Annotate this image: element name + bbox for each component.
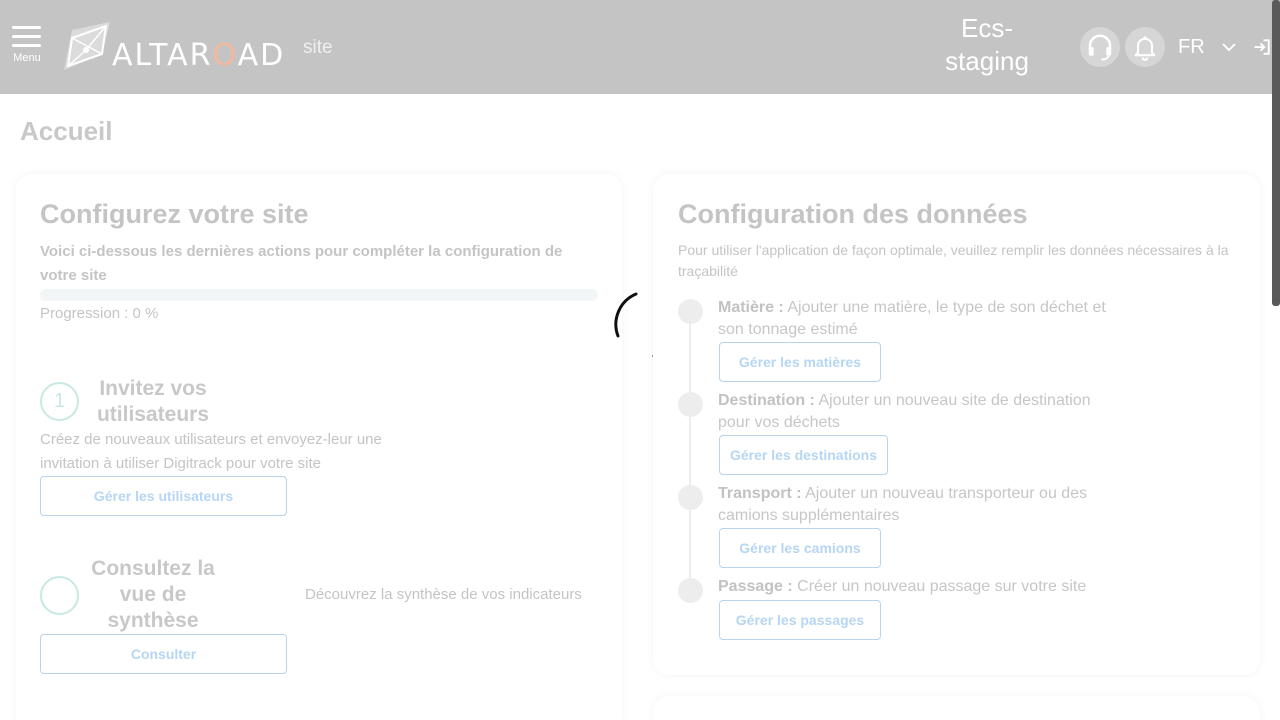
timeline-dot bbox=[678, 485, 703, 510]
menu-button[interactable]: Menu bbox=[12, 26, 42, 64]
data-item-label: Passage : bbox=[718, 578, 793, 595]
site-config-subtitle: Voici ci-dessous les dernières actions p… bbox=[40, 243, 563, 284]
headset-icon bbox=[1088, 34, 1112, 61]
site-config-title: Configurez votre site bbox=[40, 199, 309, 229]
chevron-down-icon[interactable] bbox=[1220, 38, 1238, 56]
support-button[interactable] bbox=[1080, 27, 1120, 67]
manage-users-button[interactable]: Gérer les utilisateurs bbox=[40, 476, 287, 516]
page-title: Accueil bbox=[20, 116, 113, 146]
step-description-summary-view: Découvrez la synthèse de vos indicateurs bbox=[305, 586, 582, 603]
data-config-subtitle: Pour utiliser l'application de façon opt… bbox=[678, 242, 1229, 279]
data-config-title: Configuration des données bbox=[678, 199, 1028, 229]
manage-destinations-button[interactable]: Gérer les destinations bbox=[719, 435, 888, 475]
timeline-dot bbox=[678, 299, 703, 324]
notifications-button[interactable] bbox=[1125, 27, 1165, 67]
bell-icon bbox=[1134, 36, 1156, 61]
environment-line1: Ecs- bbox=[961, 13, 1013, 43]
brand-wordmark-o: O bbox=[212, 38, 238, 73]
data-item-label: Matière : bbox=[718, 299, 784, 316]
site-label: site bbox=[303, 37, 333, 58]
data-item-transport: Transport : Ajouter un nouveau transport… bbox=[718, 483, 1098, 527]
step-number-badge: 1 bbox=[40, 382, 79, 421]
brand-wordmark-part1: ALTAR bbox=[112, 38, 213, 73]
data-item-text: Créer un nouveau passage sur votre site bbox=[792, 578, 1087, 595]
hamburger-menu-icon bbox=[12, 26, 42, 47]
manage-materials-button[interactable]: Gérer les matières bbox=[719, 342, 881, 382]
data-item-destination: Destination : Ajouter un nouveau site de… bbox=[718, 390, 1098, 434]
manage-trucks-button[interactable]: Gérer les camions bbox=[719, 528, 881, 568]
timeline-dot bbox=[678, 392, 703, 417]
menu-label: Menu bbox=[13, 52, 41, 64]
data-item-label: Destination : bbox=[718, 392, 815, 409]
step-description-invite-users: Créez de nouveaux utilisateurs et envoye… bbox=[40, 431, 382, 472]
progress-bar bbox=[40, 289, 598, 301]
consult-button[interactable]: Consulter bbox=[40, 634, 287, 674]
timeline-line bbox=[689, 312, 691, 588]
brand-wordmark: ALTAROAD bbox=[112, 38, 285, 73]
manage-passages-button[interactable]: Gérer les passages bbox=[719, 600, 881, 640]
page-scrollbar[interactable] bbox=[1272, 0, 1280, 306]
data-item-passage: Passage : Créer un nouveau passage sur v… bbox=[718, 576, 1138, 598]
data-item-label: Transport : bbox=[718, 485, 802, 502]
logout-icon[interactable] bbox=[1253, 38, 1271, 56]
data-item-material: Matière : Ajouter une matière, le type d… bbox=[718, 297, 1108, 341]
progress-label: Progression : 0 % bbox=[40, 305, 159, 322]
environment-line2: staging bbox=[945, 46, 1029, 76]
timeline-dot bbox=[678, 578, 703, 603]
environment-label: Ecs- staging bbox=[928, 12, 1046, 78]
language-selector[interactable]: FR bbox=[1178, 36, 1205, 59]
secondary-card bbox=[653, 696, 1260, 720]
step-title-summary-view: Consultez la vue de synthèse bbox=[91, 557, 215, 632]
step-number-badge bbox=[40, 576, 79, 615]
altaroad-logo-icon bbox=[64, 22, 110, 70]
top-header: Menu ALTAROAD site Ecs- staging FR bbox=[0, 0, 1280, 94]
brand-wordmark-part2: AD bbox=[237, 38, 286, 73]
step-title-invite-users: Invitez vos utilisateurs bbox=[96, 377, 210, 426]
